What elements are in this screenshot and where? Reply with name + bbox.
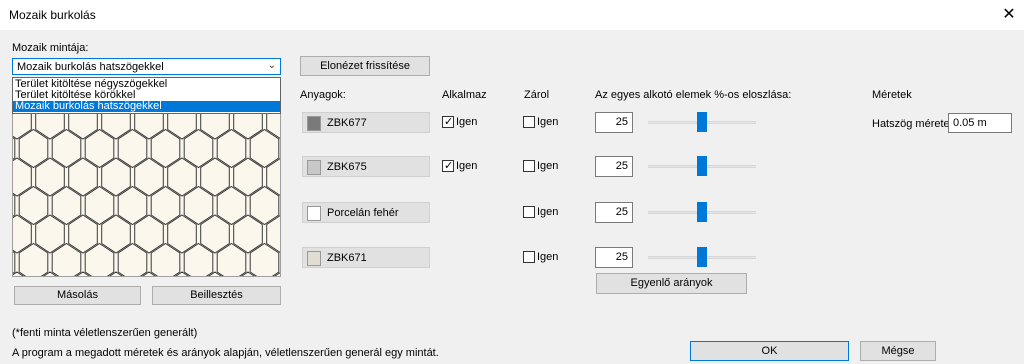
distribution-slider-thumb[interactable] xyxy=(697,247,707,267)
hexagon-tile xyxy=(13,251,16,274)
checkmark-icon: ✓ xyxy=(444,116,454,128)
hexagon-tile xyxy=(167,114,197,140)
distribution-slider-thumb[interactable] xyxy=(697,112,707,132)
ok-button[interactable]: OK xyxy=(690,341,849,361)
pattern-select-value: Mozaik burkolás hatszögekkel xyxy=(17,61,164,73)
copy-button[interactable]: Másolás xyxy=(14,286,141,305)
hexagon-tile xyxy=(142,271,156,276)
material-swatch xyxy=(307,206,321,221)
material-button[interactable]: ZBK677 xyxy=(302,112,430,133)
hexagon-tile xyxy=(233,114,263,140)
pattern-option-hexagons[interactable]: Mozaik burkolás hatszögekkel xyxy=(13,101,280,112)
hex-size-label: Hatszög mérete: xyxy=(872,118,953,130)
lock-header: Zárol xyxy=(524,89,550,101)
hexagon-tile xyxy=(101,114,131,140)
lock-checkbox-label: Igen xyxy=(537,116,559,128)
hexagon-tile xyxy=(241,271,255,276)
hexagon-tile xyxy=(175,271,189,276)
hexagon-tile xyxy=(200,114,230,140)
apply-checkbox[interactable]: ✓ xyxy=(442,116,454,128)
percent-input[interactable]: 25 xyxy=(595,112,633,133)
sizes-header: Méretek xyxy=(872,89,912,101)
distribution-slider-thumb[interactable] xyxy=(697,156,707,176)
material-name: ZBK671 xyxy=(327,252,367,264)
apply-checkbox[interactable]: ✓ xyxy=(442,160,454,172)
lock-checkbox[interactable] xyxy=(523,116,535,128)
material-name: ZBK677 xyxy=(327,117,367,129)
hexagon-tile xyxy=(134,114,164,140)
apply-checkbox-label: Igen xyxy=(456,160,478,172)
hex-size-input[interactable]: 0.05 m xyxy=(948,113,1012,133)
window-title: Mozaik burkolás xyxy=(9,8,96,22)
hexagon-tile xyxy=(76,271,90,276)
percent-input[interactable]: 25 xyxy=(595,156,633,177)
refresh-preview-button[interactable]: Elonézet frissítése xyxy=(300,56,430,76)
hexagon-tile xyxy=(274,272,280,276)
lock-checkbox-label: Igen xyxy=(537,206,559,218)
checkmark-icon: ✓ xyxy=(444,160,454,172)
material-swatch xyxy=(307,251,321,266)
lock-checkbox-label: Igen xyxy=(537,160,559,172)
hexagon-tile xyxy=(13,137,16,160)
material-button[interactable]: ZBK671 xyxy=(302,247,430,268)
material-name: Porcelán fehér xyxy=(327,207,399,219)
lock-checkbox[interactable] xyxy=(523,206,535,218)
chevron-down-icon[interactable]: ⌄ xyxy=(268,60,276,71)
material-name: ZBK675 xyxy=(327,161,367,173)
paste-button[interactable]: Beillesztés xyxy=(152,286,281,305)
hexagon-tile xyxy=(266,158,280,196)
material-button[interactable]: Porcelán fehér xyxy=(302,202,430,223)
hexagon-tile xyxy=(35,114,65,140)
pattern-dropdown-list: Terület kitöltése négyszögekkel Terület … xyxy=(12,77,281,114)
percent-input[interactable]: 25 xyxy=(595,202,633,223)
title-bar: Mozaik burkolás ✕ xyxy=(0,0,1024,30)
hexagon-tile xyxy=(13,114,32,140)
description-text: A program a megadott méretek és arányok … xyxy=(12,347,439,359)
hexagon-tile xyxy=(266,215,280,253)
lock-checkbox[interactable] xyxy=(523,251,535,263)
material-button[interactable]: ZBK675 xyxy=(302,156,430,177)
hexagon-tile xyxy=(109,271,123,276)
hexagon-tile xyxy=(208,271,222,276)
cancel-button[interactable]: Mégse xyxy=(860,341,936,361)
close-icon[interactable]: ✕ xyxy=(998,4,1020,26)
material-swatch xyxy=(307,160,321,175)
hexagon-preview-canvas xyxy=(13,114,280,276)
apply-header: Alkalmaz xyxy=(442,89,487,101)
pattern-preview xyxy=(12,113,281,277)
lock-checkbox-label: Igen xyxy=(537,251,559,263)
apply-checkbox-label: Igen xyxy=(456,116,478,128)
materials-header: Anyagok: xyxy=(300,89,346,101)
hexagon-tile xyxy=(68,114,98,140)
distribution-slider-thumb[interactable] xyxy=(697,202,707,222)
hexagon-tile xyxy=(43,271,57,276)
distribution-header: Az egyes alkotó elemek %-os eloszlása: xyxy=(595,89,792,101)
equalize-button[interactable]: Egyenlő arányok xyxy=(596,273,747,294)
lock-checkbox[interactable] xyxy=(523,160,535,172)
material-swatch xyxy=(307,116,321,131)
pattern-label: Mozaik mintája: xyxy=(12,42,89,54)
hexagon-tile xyxy=(13,194,16,217)
random-note: (*fenti minta véletlenszerűen generált) xyxy=(12,327,198,339)
percent-input[interactable]: 25 xyxy=(595,247,633,268)
pattern-select[interactable]: Mozaik burkolás hatszögekkel ⌄ xyxy=(12,58,281,75)
